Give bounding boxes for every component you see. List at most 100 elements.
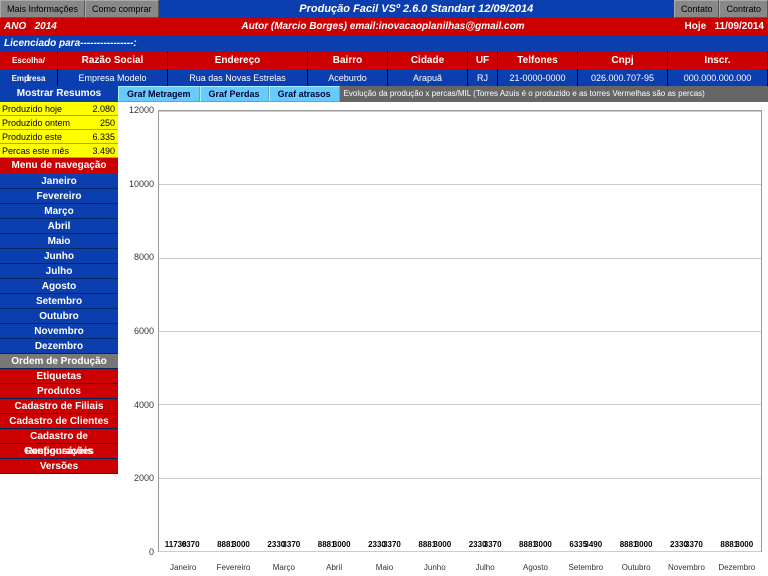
author-row: ANO 2014 Autor (Marcio Borges) email:ino…	[0, 18, 768, 36]
nav-month-fevereiro[interactable]: Fevereiro	[0, 189, 118, 204]
y-tick: 12000	[129, 105, 154, 115]
stat-row: Produzido hoje2.080	[0, 102, 118, 116]
stat-label: Percas este mês	[0, 144, 80, 158]
contrato-button[interactable]: Contrato	[719, 0, 768, 18]
chart-tabs: Graf Metragem Graf Perdas Graf atrasos E…	[118, 86, 768, 102]
x-label: Março	[259, 563, 309, 572]
nav-item[interactable]: Ordem de Produção	[0, 354, 118, 369]
nav-item[interactable]: Cadastro de Filiais	[0, 399, 118, 414]
nav-item[interactable]: Produtos	[0, 384, 118, 399]
col-cnpj: Cnpj	[578, 52, 668, 70]
nav-month-janeiro[interactable]: Janeiro	[0, 174, 118, 189]
stat-value: 6.335	[80, 130, 118, 144]
x-label: Abril	[309, 563, 359, 572]
contato-button[interactable]: Contato	[674, 0, 720, 18]
ano-value: 2014	[35, 21, 57, 32]
stat-value: 2.080	[80, 102, 118, 116]
col-escolha: Escolha/ Empresa	[0, 52, 58, 70]
licenciado-row: Licenciado para----------------:	[0, 36, 768, 52]
col-uf: UF	[468, 52, 498, 70]
nav-month-agosto[interactable]: Agosto	[0, 279, 118, 294]
menu-header: Menu de navegação	[0, 158, 118, 174]
cell-tel: 21-0000-0000	[498, 70, 578, 86]
table-row: 1 Empresa Modelo Rua das Novas Estrelas …	[0, 70, 768, 86]
cell-idx: 1	[0, 70, 58, 86]
x-label: Junho	[410, 563, 460, 572]
col-razao: Razão Social	[58, 52, 168, 70]
nav-month-abril[interactable]: Abril	[0, 219, 118, 234]
x-label: Maio	[359, 563, 409, 572]
x-label: Outubro	[611, 563, 661, 572]
x-label: Dezembro	[712, 563, 762, 572]
cell-endereco: Rua das Novas Estrelas	[168, 70, 308, 86]
nav-month-julho[interactable]: Julho	[0, 264, 118, 279]
hoje-value: 11/09/2014	[715, 21, 765, 32]
nav-item[interactable]: Etiquetas	[0, 369, 118, 384]
stat-label: Produzido ontem	[0, 116, 80, 130]
chart-plot: 020004000600080001000012000 117306370888…	[118, 102, 768, 576]
stat-value: 3.490	[80, 144, 118, 158]
col-cidade: Cidade	[388, 52, 468, 70]
stat-label: Produzido hoje	[0, 102, 80, 116]
x-label: Agosto	[510, 563, 560, 572]
hoje-box: Hoje 11/09/2014	[648, 18, 768, 36]
nav-month-novembro[interactable]: Novembro	[0, 324, 118, 339]
nav-month-setembro[interactable]: Setembro	[0, 294, 118, 309]
bar-value: 3000	[635, 540, 653, 549]
nav-item[interactable]: Cadastro de Clientes	[0, 414, 118, 429]
nav-item[interactable]: Versões	[0, 459, 118, 474]
cell-razao: Empresa Modelo	[58, 70, 168, 86]
chart-area: Graf Metragem Graf Perdas Graf atrasos E…	[118, 86, 768, 576]
app-title: Produção Facil VSº 2.6.0 Standart 12/09/…	[159, 0, 674, 18]
tab-atrasos[interactable]: Graf atrasos	[269, 86, 340, 102]
y-tick: 6000	[134, 326, 154, 336]
col-endereco: Endereço	[168, 52, 308, 70]
bar-value: 3000	[232, 540, 250, 549]
nav-month-março[interactable]: Março	[0, 204, 118, 219]
bar-value: 6370	[182, 540, 200, 549]
y-tick: 8000	[134, 252, 154, 262]
table-header: Escolha/ Empresa Razão Social Endereço B…	[0, 52, 768, 70]
hoje-label: Hoje	[684, 21, 706, 32]
stat-value: 250	[80, 116, 118, 130]
y-tick: 0	[149, 547, 154, 557]
col-telfones: Telfones	[498, 52, 578, 70]
tab-note: Evolução da produção x percas/MIL (Torre…	[340, 86, 768, 102]
x-label: Julho	[460, 563, 510, 572]
y-tick: 10000	[129, 179, 154, 189]
bar-value: 3000	[735, 540, 753, 549]
col-bairro: Bairro	[308, 52, 388, 70]
bar-value: 3490	[584, 540, 602, 549]
ano-label: ANO	[4, 21, 26, 32]
nav-item[interactable]: Cadastro de Responsáveis	[0, 429, 118, 444]
nav-item[interactable]: Configurações	[0, 444, 118, 459]
cell-inscr: 000.000.000.000	[668, 70, 768, 86]
bar-value: 3370	[484, 540, 502, 549]
nav-month-dezembro[interactable]: Dezembro	[0, 339, 118, 354]
bar-value: 3370	[383, 540, 401, 549]
y-tick: 2000	[134, 473, 154, 483]
nav-month-maio[interactable]: Maio	[0, 234, 118, 249]
x-label: Janeiro	[158, 563, 208, 572]
bar-value: 3000	[333, 540, 351, 549]
y-tick: 4000	[134, 400, 154, 410]
mais-info-button[interactable]: Mais Informações	[0, 0, 85, 18]
como-comprar-button[interactable]: Como comprar	[85, 0, 159, 18]
stat-row: Percas este mês3.490	[0, 144, 118, 158]
x-label: Fevereiro	[208, 563, 258, 572]
x-label: Novembro	[661, 563, 711, 572]
tab-metragem[interactable]: Graf Metragem	[118, 86, 200, 102]
col-inscr: Inscr.	[668, 52, 768, 70]
author-text: Autor (Marcio Borges) email:inovacaoplan…	[118, 18, 648, 36]
tab-perdas[interactable]: Graf Perdas	[200, 86, 269, 102]
bar-value: 3370	[282, 540, 300, 549]
stat-row: Produzido ontem250	[0, 116, 118, 130]
x-label: Setembro	[561, 563, 611, 572]
sidebar: Mostrar Resumos Produzido hoje2.080Produ…	[0, 86, 118, 576]
mostrar-resumos[interactable]: Mostrar Resumos	[0, 86, 118, 102]
bar-value: 3000	[534, 540, 552, 549]
body: Mostrar Resumos Produzido hoje2.080Produ…	[0, 86, 768, 576]
nav-month-junho[interactable]: Junho	[0, 249, 118, 264]
nav-month-outubro[interactable]: Outubro	[0, 309, 118, 324]
bar-value: 3000	[433, 540, 451, 549]
